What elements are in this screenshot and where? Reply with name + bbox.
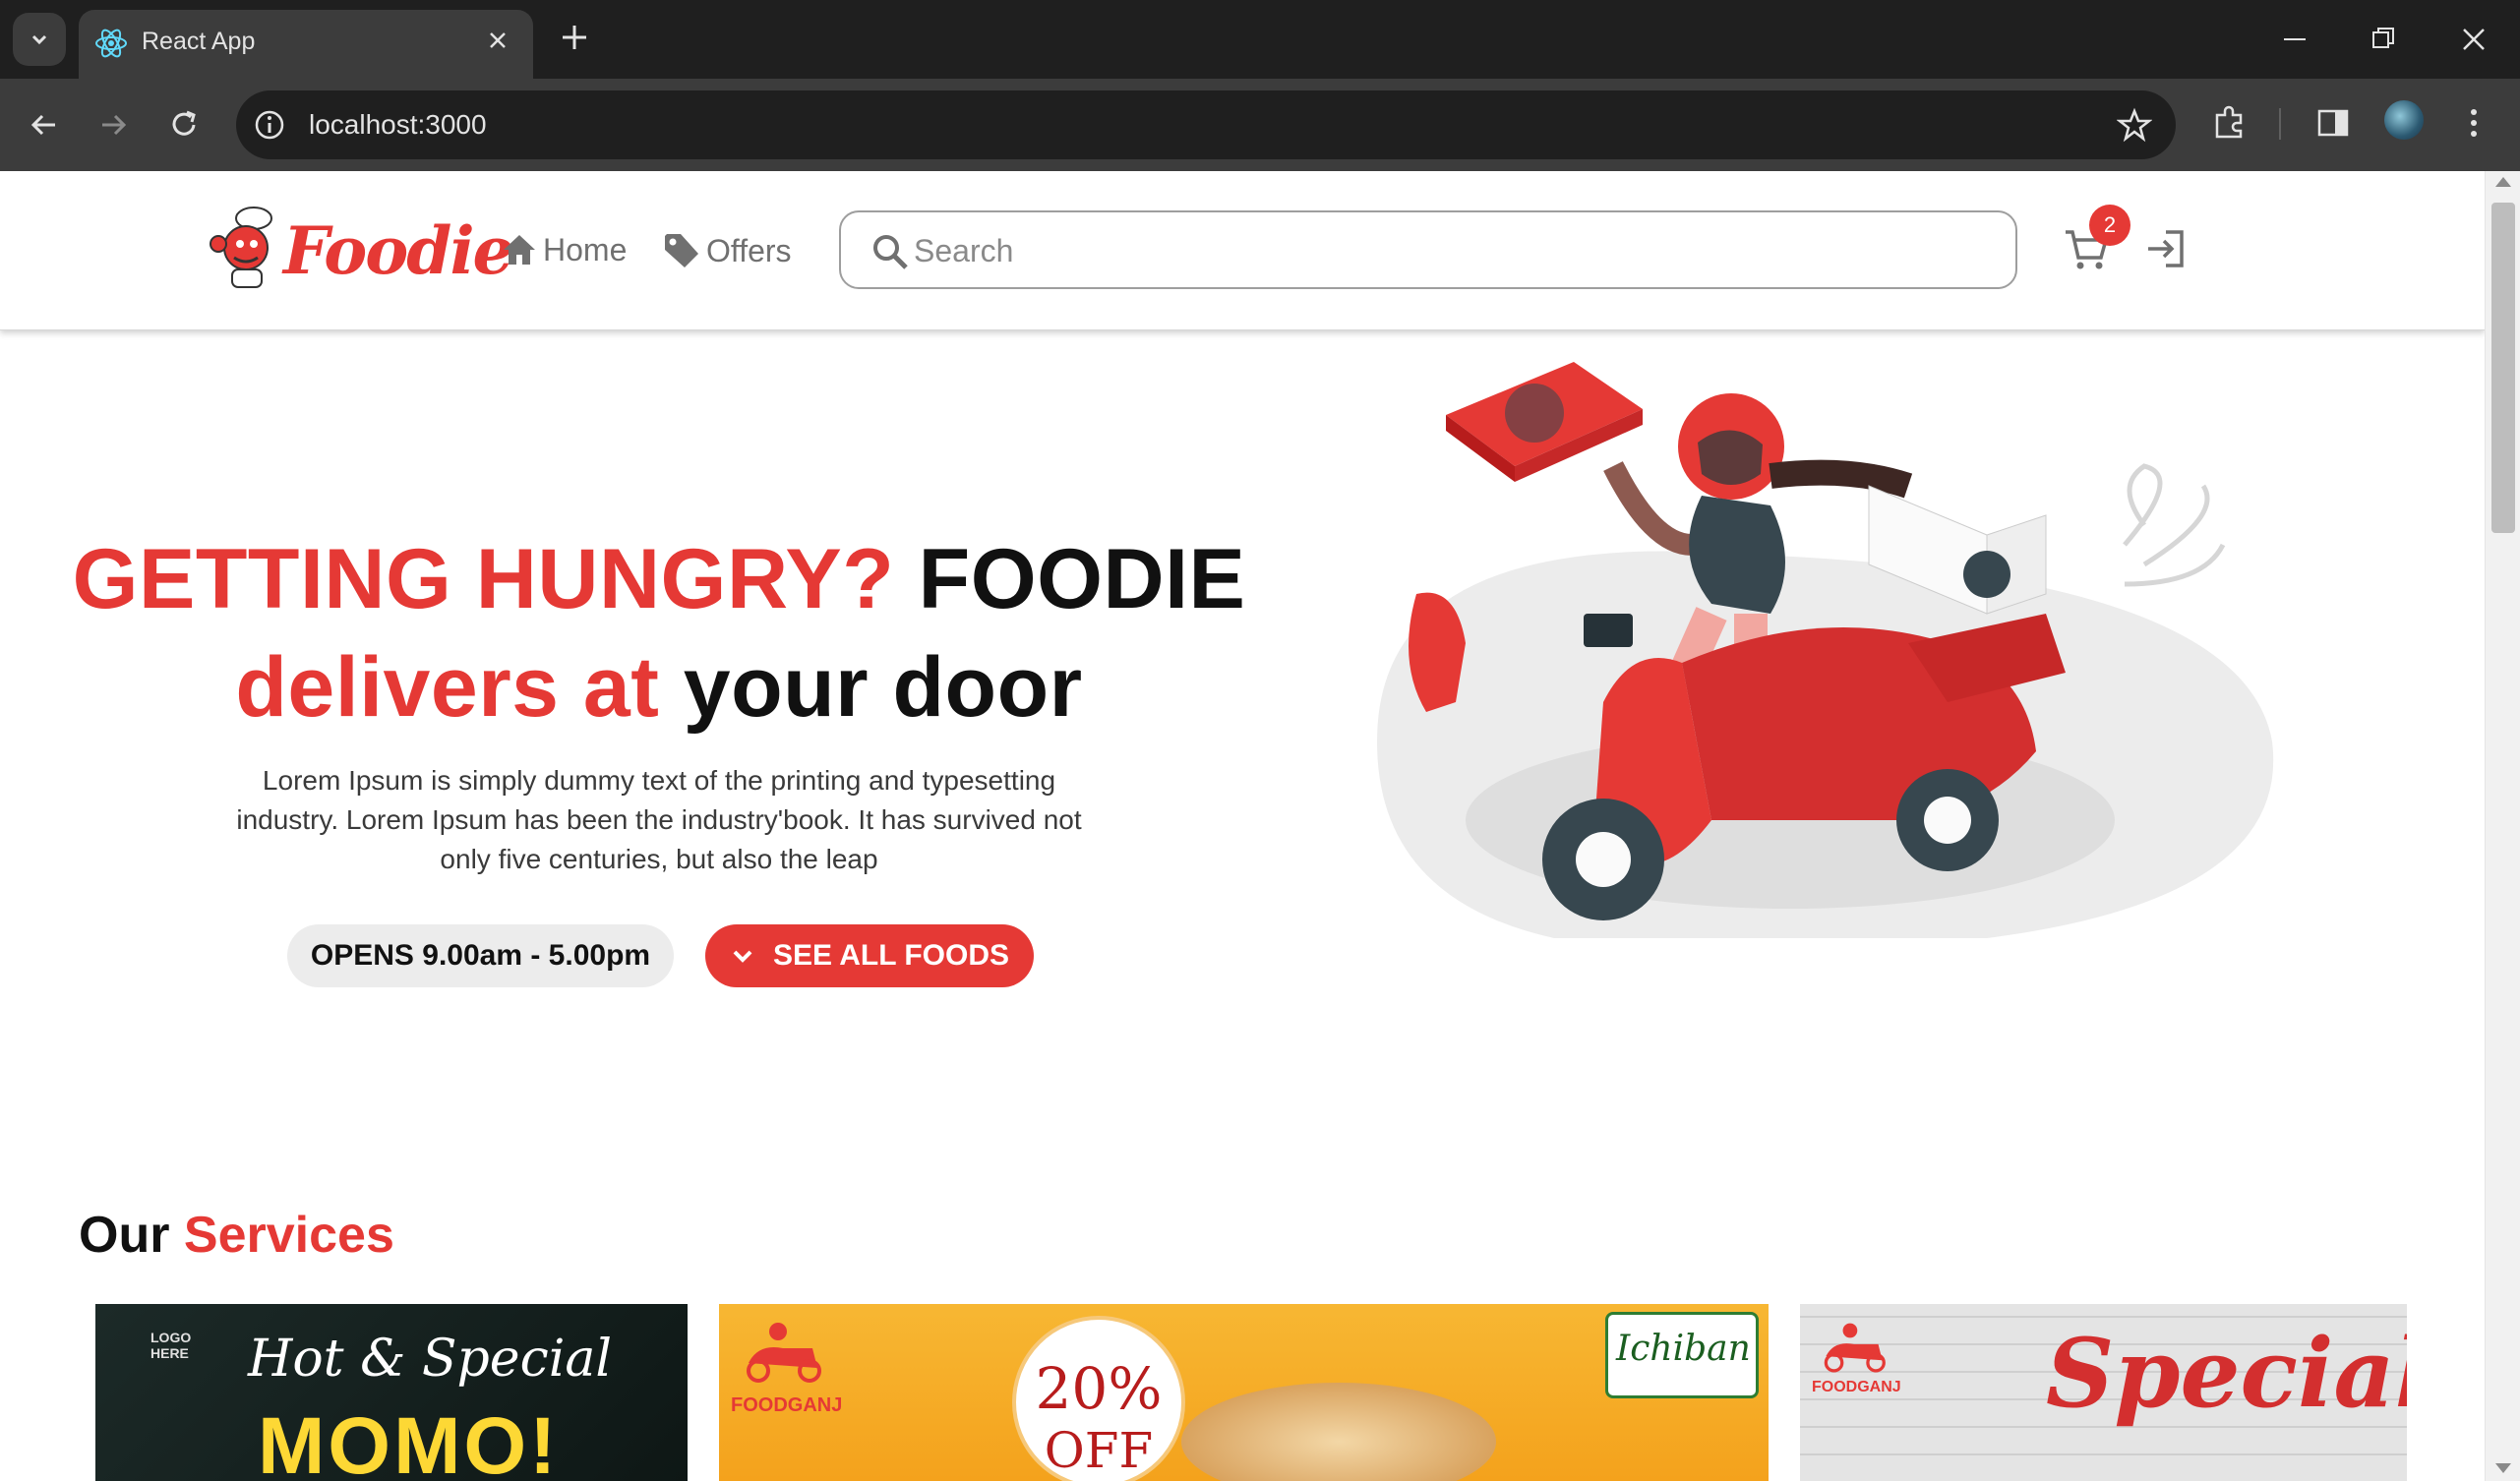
card-momo-title: MOMO! [258,1401,560,1481]
card-logo-placeholder: LOGO HERE [150,1330,192,1361]
hero-title-red-2: delivers at [235,640,660,735]
close-icon[interactable] [484,27,511,54]
page-scrollbar[interactable] [2485,171,2520,1481]
restore-icon[interactable] [2369,20,2398,59]
login-icon[interactable] [2144,226,2190,271]
browser-toolbar: localhost:3000 [0,79,2520,171]
browser-tab[interactable]: React App [79,10,533,79]
site-header: Foodie Home Offers 2 [0,171,2485,330]
service-card-burger[interactable]: FOODGANJ Special Burg [1800,1304,2407,1481]
scrollbar-thumb[interactable] [2491,203,2515,533]
side-panel-icon[interactable] [2313,103,2353,143]
back-icon[interactable] [26,106,63,144]
see-all-foods-button[interactable]: SEE ALL FOODS [705,924,1034,987]
browser-tabstrip: React App [0,0,2520,79]
discount-value: 20% [1035,1355,1163,1422]
burger-headline: Special Burg [2046,1318,2407,1429]
nav-offers-label: Offers [706,232,792,268]
nav-home[interactable]: Home [500,230,627,269]
scooter-logo-icon [1824,1323,1886,1373]
opening-hours-pill: OPENS 9.00am - 5.00pm [287,924,674,987]
window-close-icon[interactable] [2459,20,2489,59]
delivery-scooter-illustration [1377,362,2274,938]
hero-description: Lorem Ipsum is simply dummy text of the … [236,765,1082,874]
profile-avatar[interactable] [2384,100,2424,140]
chef-mascot-icon [210,207,272,288]
discount-off: OFF [1044,1422,1154,1479]
services-heading: Our Services [79,1206,394,1265]
partner-logo: Ichiban [1605,1312,1759,1398]
address-bar[interactable]: localhost:3000 [236,90,2176,159]
reload-icon[interactable] [165,106,203,144]
scooter-logo-icon [747,1323,821,1383]
chevron-down-icon [31,34,47,45]
services-heading-black: Our [79,1207,170,1264]
hero-title-black-1: FOODIE [918,532,1246,626]
hero-title-red-1: GETTING HUNGRY? [72,532,895,626]
service-card-discount[interactable]: FOODGANJ 20% OFF Ichiban [719,1304,1769,1481]
chevron-down-icon [733,950,752,963]
page-viewport: Foodie Home Offers 2 GETTING HUNGRY? FOO… [0,171,2485,1481]
food-image [1181,1383,1496,1481]
bookmark-star-icon[interactable] [2117,107,2152,143]
card-momo-headline: Hot & Special [248,1330,612,1389]
partner-name: Ichiban [1616,1329,1751,1369]
home-icon [504,235,535,265]
service-card-momo[interactable]: LOGO HERE Hot & Special MOMO! [95,1304,688,1481]
see-all-foods-label: SEE ALL FOODS [772,939,1010,972]
nav-offers[interactable]: Offers [661,230,792,271]
tag-icon [665,234,698,267]
scroll-down-arrow-icon[interactable] [2495,1463,2511,1473]
cart-count-badge: 2 [2089,205,2130,246]
hero-title: GETTING HUNGRY? FOODIE delivers at your … [59,525,1259,741]
minimize-icon[interactable] [2280,20,2310,59]
nav-home-label: Home [543,231,628,267]
card-brand: FOODGANJ [1812,1379,1901,1395]
hero-title-black-2: your door [683,640,1083,735]
scroll-up-arrow-icon[interactable] [2495,177,2511,187]
logo-text: Foodie [283,212,514,289]
search-box[interactable] [839,210,2017,289]
search-input[interactable] [914,230,1976,271]
services-heading-red: Services [183,1207,394,1264]
card-brand: FOODGANJ [731,1394,843,1416]
url-text: localhost:3000 [309,109,487,140]
tab-title: React App [142,28,256,55]
search-icon [873,235,908,269]
foodie-logo[interactable]: Foodie [209,205,514,293]
info-icon[interactable] [252,107,287,143]
tab-search-button[interactable] [13,13,66,66]
extensions-icon[interactable] [2209,103,2249,143]
new-tab-icon[interactable] [557,20,592,55]
toolbar-separator [2279,108,2281,140]
forward-icon[interactable] [94,106,132,144]
menu-kebab-icon[interactable] [2459,103,2489,143]
discount-badge: 20% OFF [1012,1316,1185,1481]
react-icon [95,29,127,58]
